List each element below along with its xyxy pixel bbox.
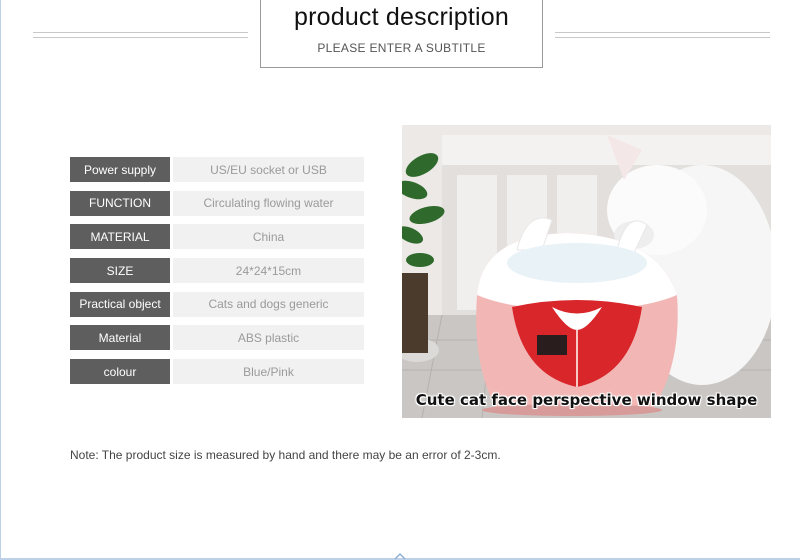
spec-label: SIZE	[70, 258, 170, 284]
spec-value: ABS plastic	[173, 325, 364, 351]
header-rule-right	[555, 32, 770, 38]
spec-row: SIZE 24*24*15cm	[70, 258, 364, 284]
spec-label: colour	[70, 359, 170, 385]
product-illustration	[402, 125, 771, 418]
photo-caption: Cute cat face perspective window shape	[415, 391, 758, 409]
spec-row: FUNCTION Circulating flowing water	[70, 190, 364, 216]
size-note: Note: The product size is measured by ha…	[70, 448, 501, 462]
spec-value: Blue/Pink	[173, 359, 364, 385]
spec-row: MATERIAL China	[70, 224, 364, 250]
spec-value: China	[173, 224, 364, 250]
spec-label: FUNCTION	[70, 190, 170, 216]
spec-row: Power supply US/EU socket or USB	[70, 157, 364, 182]
spec-row: Material ABS plastic	[70, 325, 364, 351]
spec-label: Power supply	[70, 157, 170, 182]
spec-label: Practical object	[70, 291, 170, 317]
header-box: product description PLEASE ENTER A SUBTI…	[260, 0, 543, 68]
page-title: product description	[293, 3, 510, 31]
spec-label: MATERIAL	[70, 224, 170, 250]
spec-value: 24*24*15cm	[173, 258, 364, 284]
spec-value: US/EU socket or USB	[173, 157, 364, 182]
page-frame-left	[0, 0, 1, 560]
spec-row: colour Blue/Pink	[70, 359, 364, 385]
spec-row: Practical object Cats and dogs generic	[70, 291, 364, 317]
spec-value: Cats and dogs generic	[173, 291, 364, 317]
chevron-up-icon[interactable]	[394, 552, 406, 560]
product-photo: Cute cat face perspective window shape	[402, 125, 771, 418]
page-subtitle: PLEASE ENTER A SUBTITLE	[317, 41, 486, 55]
spec-value: Circulating flowing water	[173, 190, 364, 216]
spec-table: Power supply US/EU socket or USB FUNCTIO…	[70, 157, 364, 393]
header-rule-left	[33, 32, 248, 38]
spec-label: Material	[70, 325, 170, 351]
